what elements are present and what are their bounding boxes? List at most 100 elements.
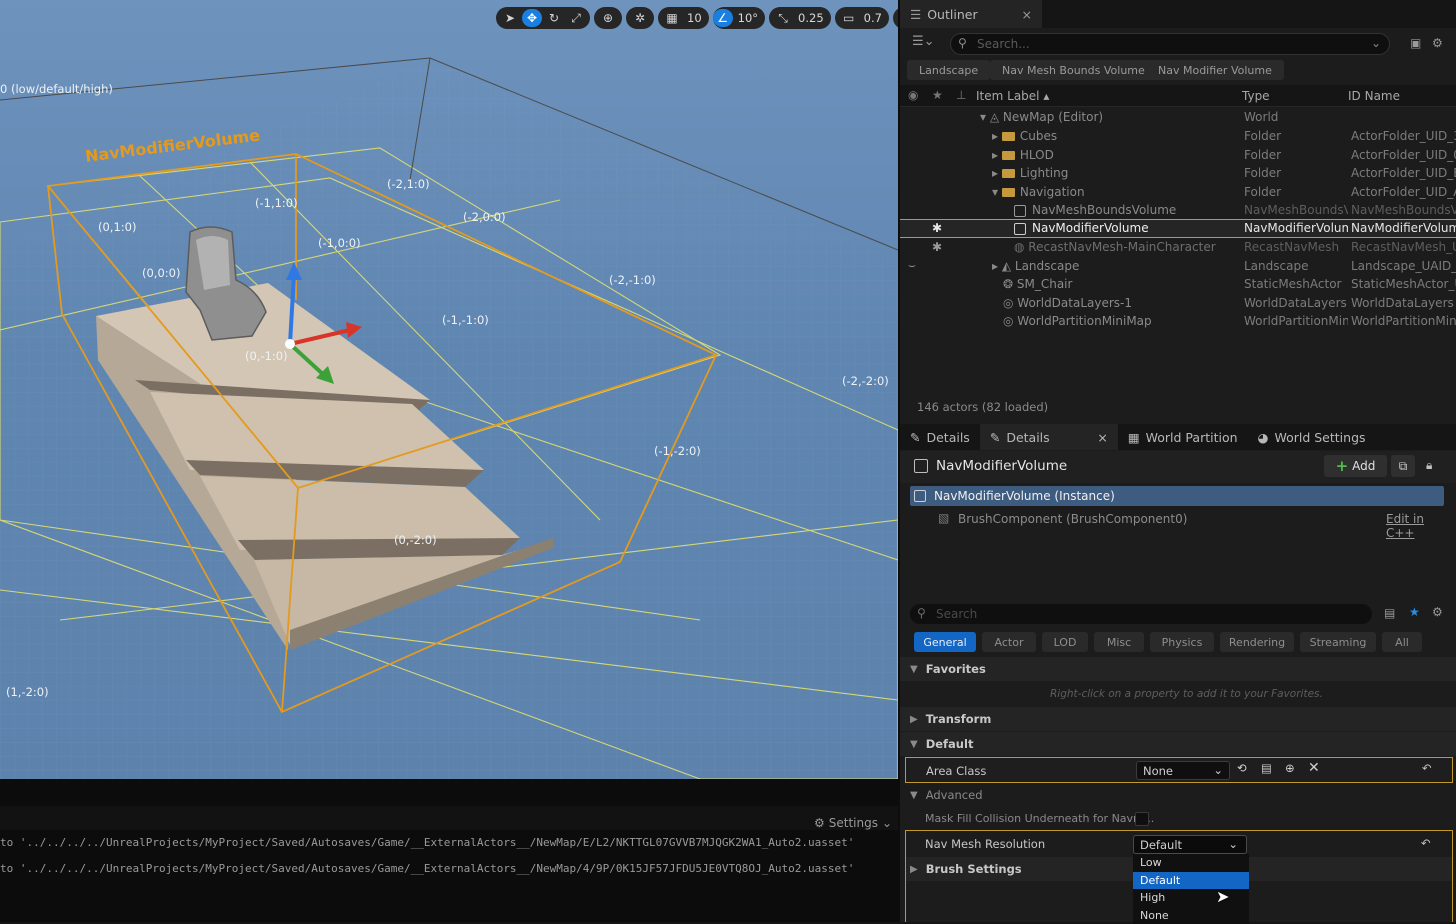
category-transform[interactable]: ▶ Transform xyxy=(900,707,1456,731)
log-settings-label: Settings xyxy=(829,816,878,830)
area-class-combo[interactable]: None ⌄ xyxy=(1136,761,1230,780)
clear-icon[interactable]: ✕ xyxy=(1308,760,1320,776)
scale-snap[interactable]: ⤡ 0.25 xyxy=(769,7,831,29)
tree-row[interactable]: ◎ WorldPartitionMiniMap WorldPartitionMi… xyxy=(900,312,1456,331)
tree-row[interactable]: ✱ ◍ RecastNavMesh-MainCharacter RecastNa… xyxy=(900,238,1456,257)
star-icon[interactable]: ✱ xyxy=(932,221,942,235)
scale-tool-icon[interactable]: ⤢ xyxy=(566,9,586,27)
tree-row[interactable]: ▸ Lighting Folder ActorFolder_UID_B xyxy=(900,164,1456,183)
add-new-icon[interactable]: ⊕ xyxy=(1285,761,1295,775)
table-view-icon[interactable]: ▤ xyxy=(1384,606,1395,620)
filter-chip[interactable]: Nav Mesh Bounds Volume xyxy=(990,60,1157,80)
combo-value: None xyxy=(1143,764,1173,778)
select-tool-icon[interactable]: ➤ xyxy=(500,9,520,27)
filter-tab-physics[interactable]: Physics xyxy=(1150,632,1214,652)
chevron-down-icon[interactable]: ⌄ xyxy=(1371,36,1381,50)
gear-icon[interactable]: ⚙ xyxy=(1432,36,1443,50)
add-component-button[interactable]: + Add xyxy=(1324,455,1387,477)
reset-to-default-icon[interactable]: ↶ xyxy=(1421,836,1431,850)
tree-row[interactable]: ▸ HLOD Folder ActorFolder_UID_0 xyxy=(900,146,1456,165)
nav-mesh-resolution-combo[interactable]: Default ⌄ xyxy=(1133,835,1247,854)
world-space-icon[interactable]: ⊕ xyxy=(598,9,618,27)
close-icon[interactable]: × xyxy=(1097,430,1107,445)
surface-snap-icon[interactable]: ✲ xyxy=(630,9,650,27)
outliner-status: 146 actors (82 loaded) xyxy=(917,400,1048,414)
tree-row[interactable]: ▸ Cubes Folder ActorFolder_UID_3 xyxy=(900,127,1456,146)
blueprint-icon[interactable]: ⧉ xyxy=(1391,455,1415,477)
close-icon[interactable]: × xyxy=(1022,7,1032,22)
mask-fill-checkbox[interactable] xyxy=(1135,812,1149,826)
rotation-snap[interactable]: ∠ 10° xyxy=(713,7,765,29)
expand-arrow-icon[interactable]: ▸ xyxy=(992,148,1002,162)
tab-outliner[interactable]: ☰ Outliner × xyxy=(900,0,1042,28)
tab-world-settings[interactable]: ◕World Settings xyxy=(1248,424,1376,450)
log-settings-button[interactable]: ⚙ Settings ⌄ xyxy=(814,816,892,830)
expand-arrow-icon[interactable]: ▸ xyxy=(992,166,1002,180)
tree-row[interactable]: ❂ SM_Chair StaticMeshActor StaticMeshAct… xyxy=(900,275,1456,294)
filter-tab-all[interactable]: All xyxy=(1382,632,1422,652)
category-label: Transform xyxy=(926,712,992,726)
rotate-tool-icon[interactable]: ↻ xyxy=(544,9,564,27)
tab-details-active[interactable]: ✎Details× xyxy=(980,424,1118,450)
grid-snap[interactable]: ▦ 10 xyxy=(658,7,709,29)
property-label: Nav Mesh Resolution xyxy=(925,837,1045,851)
component-row[interactable]: ▧ BrushComponent (BrushComponent0) Edit … xyxy=(910,509,1444,529)
gear-icon[interactable]: ⚙ xyxy=(1432,605,1443,619)
menu-option-high[interactable]: High xyxy=(1133,889,1249,907)
edit-in-cpp-link[interactable]: Edit in C++ xyxy=(1386,512,1444,540)
filter-chip[interactable]: Landscape xyxy=(907,60,990,80)
tree-row[interactable]: NavMeshBoundsVolume NavMeshBoundsV NavMe… xyxy=(900,201,1456,220)
tree-row[interactable]: ◎ WorldDataLayers-1 WorldDataLayers Worl… xyxy=(900,294,1456,313)
tile-label: (-2,1:0) xyxy=(387,177,430,191)
details-search-input[interactable]: ⚲ Search xyxy=(910,604,1372,624)
pin-icon[interactable]: ⊥ xyxy=(956,88,966,102)
star-icon[interactable]: ★ xyxy=(1409,605,1420,619)
folder-browse-icon[interactable]: ▤ xyxy=(1261,761,1272,775)
row-type: Folder xyxy=(1244,148,1348,162)
expand-arrow-icon[interactable]: ▸ xyxy=(992,129,1002,143)
tree-row[interactable]: ▾ Navigation Folder ActorFolder_UID_A xyxy=(900,183,1456,202)
filter-tab-rendering[interactable]: Rendering xyxy=(1220,632,1294,652)
filter-tab-actor[interactable]: Actor xyxy=(982,632,1036,652)
browse-icon[interactable]: ⟲ xyxy=(1237,761,1247,775)
reset-to-default-icon[interactable]: ↶ xyxy=(1422,761,1432,775)
tree-row-selected[interactable]: ✱ NavModifierVolume NavModifierVolume Na… xyxy=(900,219,1456,238)
expand-arrow-icon[interactable]: ▾ xyxy=(992,185,1002,199)
filter-icon[interactable]: ☰⌄ xyxy=(912,34,935,49)
menu-option-low[interactable]: Low xyxy=(1133,854,1249,872)
filter-tab-general[interactable]: General xyxy=(914,632,976,652)
menu-option-default[interactable]: Default xyxy=(1133,872,1249,890)
expand-arrow-icon[interactable]: ▾ xyxy=(980,110,990,124)
camera-speed[interactable]: ▭ 0.7 xyxy=(835,7,889,29)
menu-option-none[interactable]: None xyxy=(1133,907,1249,924)
category-default[interactable]: ▼ Default xyxy=(900,732,1456,756)
star-icon[interactable]: ★ xyxy=(932,88,943,102)
tab-details[interactable]: ✎Details xyxy=(900,424,980,450)
tab-world-partition[interactable]: ▦World Partition xyxy=(1118,424,1248,450)
filter-chip[interactable]: Nav Modifier Volume xyxy=(1146,60,1284,80)
tree-row[interactable]: ▾ ◬ NewMap (Editor) World xyxy=(900,108,1456,127)
filter-tab-streaming[interactable]: Streaming xyxy=(1300,632,1376,652)
level-viewport[interactable]: 0 (low/default/high) NavModifierVolume (… xyxy=(0,0,898,779)
outliner-search-input[interactable]: ⚲ Search... ⌄ xyxy=(950,33,1390,55)
right-panel: ☰ Outliner × ☰⌄ ⚲ Search... ⌄ ▣ ⚙ Landsc… xyxy=(898,0,1456,922)
column-id-name[interactable]: ID Name xyxy=(1348,89,1400,103)
category-favorites[interactable]: ▼ Favorites xyxy=(900,657,1456,681)
actor-name[interactable]: NavModifierVolume xyxy=(936,458,1067,474)
filter-tab-misc[interactable]: Misc xyxy=(1094,632,1144,652)
visibility-eye-icon[interactable]: ◉ xyxy=(908,88,918,102)
column-item-label[interactable]: Item Label ▴ xyxy=(976,89,1049,103)
tree-row[interactable]: ⌣ ▸ ◭ Landscape Landscape Landscape_UAID… xyxy=(900,257,1456,276)
lock-icon[interactable]: 🔒︎ xyxy=(1426,458,1432,473)
collapse-arrow-icon: ▼ xyxy=(910,664,918,675)
hidden-eye-icon[interactable]: ⌣ xyxy=(908,258,916,273)
chevron-down-icon: ⌄ xyxy=(1228,837,1238,851)
instance-row[interactable]: NavModifierVolume (Instance) xyxy=(910,486,1444,506)
expand-arrow-icon[interactable]: ▸ xyxy=(992,259,1002,273)
column-type[interactable]: Type xyxy=(1242,89,1270,103)
category-advanced[interactable]: ▼ Advanced xyxy=(900,783,1456,807)
star-icon[interactable]: ✱ xyxy=(932,240,942,254)
new-folder-icon[interactable]: ▣ xyxy=(1410,36,1421,50)
translate-tool-icon[interactable]: ✥ xyxy=(522,9,542,27)
filter-tab-lod[interactable]: LOD xyxy=(1042,632,1088,652)
